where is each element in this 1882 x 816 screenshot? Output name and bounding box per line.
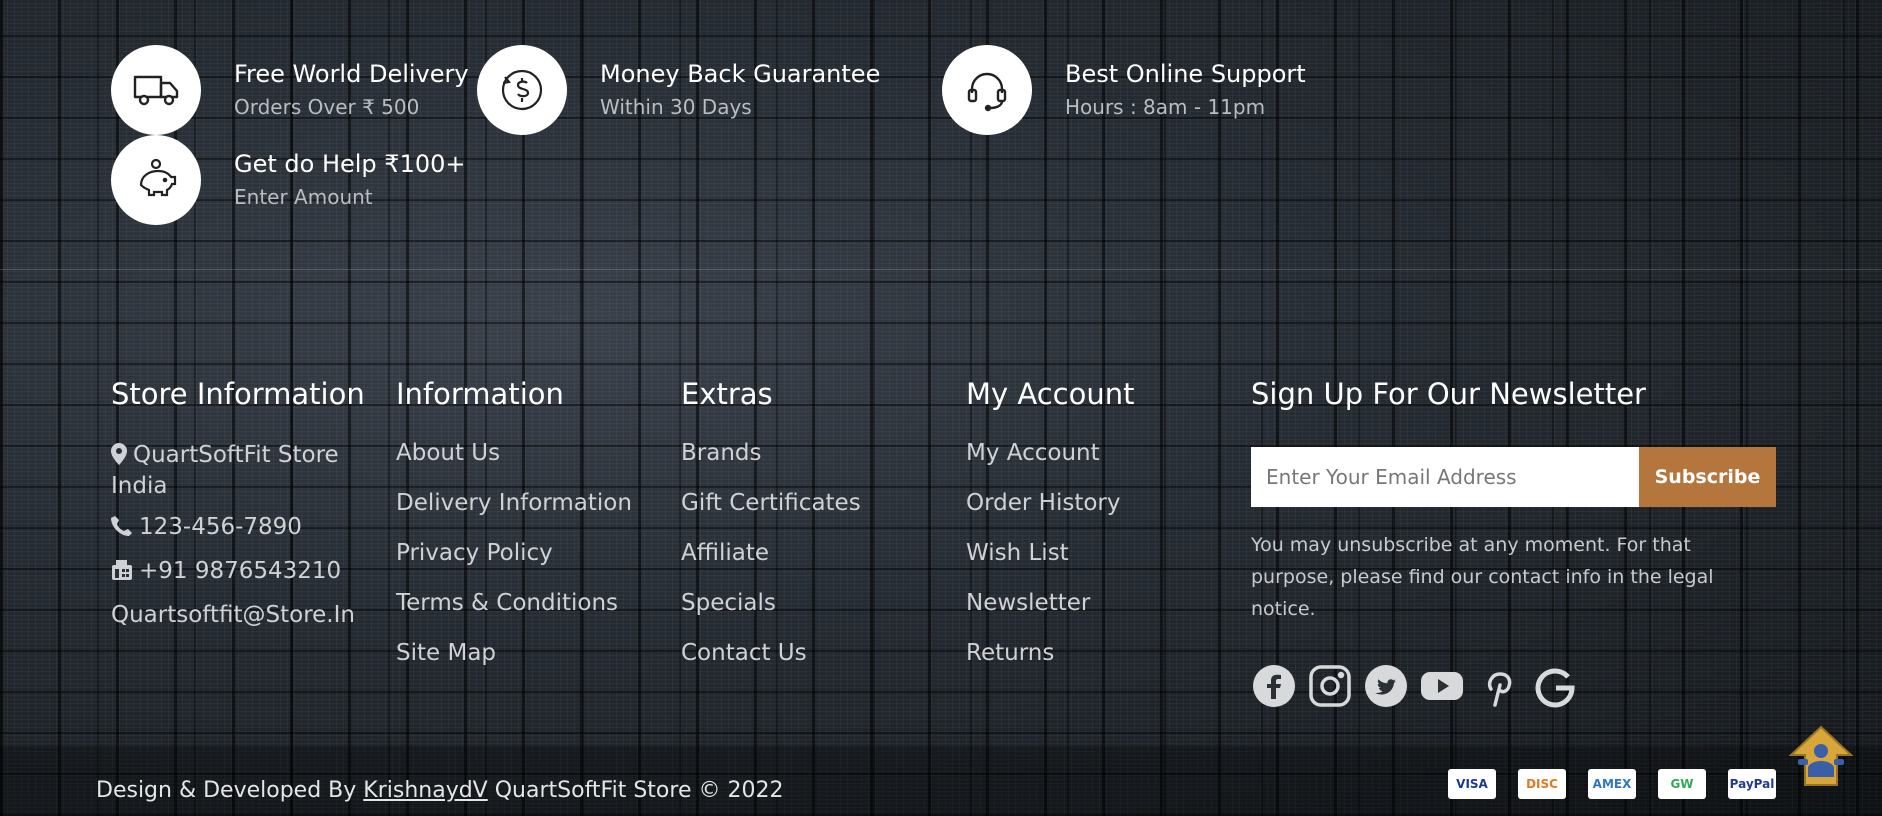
pinterest-icon[interactable] (1475, 663, 1521, 709)
store-phone: 123-456-7890 (111, 513, 371, 544)
footer-link-order-history[interactable]: Order History (966, 489, 1135, 517)
fax-icon (111, 559, 133, 588)
column-heading: Store Information (111, 377, 365, 411)
column-heading: Information (396, 377, 564, 411)
column-heading: My Account (966, 377, 1135, 411)
scroll-to-top-button[interactable] (1784, 723, 1858, 793)
developer-link[interactable]: KrishnaydV (363, 778, 487, 803)
footer-link-specials[interactable]: Specials (681, 589, 861, 617)
feature-subtitle: Orders Over ₹ 500 (234, 95, 420, 119)
footer-link-my-account[interactable]: My Account (966, 439, 1135, 467)
footer-link-terms-conditions[interactable]: Terms & Conditions (396, 589, 632, 617)
feature-free-delivery: Free World Delivery Orders Over ₹ 500 (111, 45, 469, 135)
piggy-bank-icon (111, 135, 201, 225)
newsletter-note: You may unsubscribe at any moment. For t… (1251, 534, 1714, 620)
social-links (1251, 663, 1776, 709)
store-information-column: Store Information QuartSoftFit Store Ind… (111, 375, 371, 642)
feature-title: Get do Help ₹100+ (234, 150, 466, 178)
footer-link-affiliate[interactable]: Affiliate (681, 539, 861, 567)
twitter-icon[interactable] (1363, 663, 1409, 709)
payment-methods: VISA DISC AMEX GW PayPal (1448, 769, 1798, 799)
store-fax-text: +91 9876543210 (139, 558, 342, 584)
truck-icon (111, 45, 201, 135)
newsletter-heading: Sign Up For Our Newsletter (1251, 377, 1646, 411)
features-band: Free World Delivery Orders Over ₹ 500 Mo… (0, 0, 1882, 270)
visa-icon: VISA (1448, 769, 1496, 799)
newsletter-email-input[interactable] (1251, 447, 1639, 507)
footer-link-returns[interactable]: Returns (966, 639, 1135, 667)
extras-column: Extras Brands Gift Certificates Affiliat… (681, 375, 861, 689)
money-back-icon (477, 45, 567, 135)
my-account-column: My Account My Account Order History Wish… (966, 375, 1135, 689)
facebook-icon[interactable] (1251, 663, 1297, 709)
newsletter-section: Sign Up For Our Newsletter Subscribe You… (1251, 375, 1776, 709)
feature-subtitle: Hours : 8am - 11pm (1065, 95, 1266, 119)
credit-prefix: Design & Developed By (96, 778, 357, 803)
footer-link-gift-certificates[interactable]: Gift Certificates (681, 489, 861, 517)
google-icon[interactable] (1531, 663, 1577, 709)
copyright-credit: Design & Developed By KrishnaydV QuartSo… (96, 777, 783, 805)
feature-title: Best Online Support (1065, 60, 1306, 88)
column-heading: Extras (681, 377, 773, 411)
newsletter-form: Subscribe (1251, 447, 1776, 507)
store-phone-text: 123-456-7890 (139, 514, 302, 540)
feature-online-support: Best Online Support Hours : 8am - 11pm (942, 45, 1306, 135)
footer-link-site-map[interactable]: Site Map (396, 639, 632, 667)
subscribe-button[interactable]: Subscribe (1639, 447, 1776, 507)
footer-link-brands[interactable]: Brands (681, 439, 861, 467)
headset-icon (942, 45, 1032, 135)
paypal-icon: PayPal (1728, 769, 1776, 799)
bottom-bar: Design & Developed By KrishnaydV QuartSo… (0, 746, 1882, 816)
feature-title: Free World Delivery (234, 60, 469, 88)
phone-icon (111, 515, 133, 544)
map-marker-icon (111, 443, 127, 472)
feature-money-back: Money Back Guarantee Within 30 Days (477, 45, 880, 135)
feature-title: Money Back Guarantee (600, 60, 881, 88)
store-fax: +91 9876543210 (111, 557, 371, 588)
store-address-text: QuartSoftFit Store India (111, 442, 339, 499)
discover-icon: DISC (1518, 769, 1566, 799)
google-wallet-icon: GW (1658, 769, 1706, 799)
instagram-icon[interactable] (1307, 663, 1353, 709)
footer-link-privacy-policy[interactable]: Privacy Policy (396, 539, 632, 567)
footer-link-about-us[interactable]: About Us (396, 439, 632, 467)
youtube-icon[interactable] (1419, 663, 1465, 709)
footer-link-delivery-information[interactable]: Delivery Information (396, 489, 632, 517)
credit-suffix: QuartSoftFit Store © 2022 (494, 778, 784, 803)
feature-donation[interactable]: Get do Help ₹100+ Enter Amount (111, 135, 465, 225)
store-address: QuartSoftFit Store India (111, 441, 371, 500)
footer-link-wish-list[interactable]: Wish List (966, 539, 1135, 567)
footer-link-newsletter[interactable]: Newsletter (966, 589, 1135, 617)
feature-subtitle: Within 30 Days (600, 95, 752, 119)
store-email[interactable]: Quartsoftfit@Store.In (111, 601, 371, 629)
feature-subtitle: Enter Amount (234, 185, 373, 209)
footer-link-contact-us[interactable]: Contact Us (681, 639, 861, 667)
amex-icon: AMEX (1588, 769, 1636, 799)
information-column: Information About Us Delivery Informatio… (396, 375, 632, 689)
